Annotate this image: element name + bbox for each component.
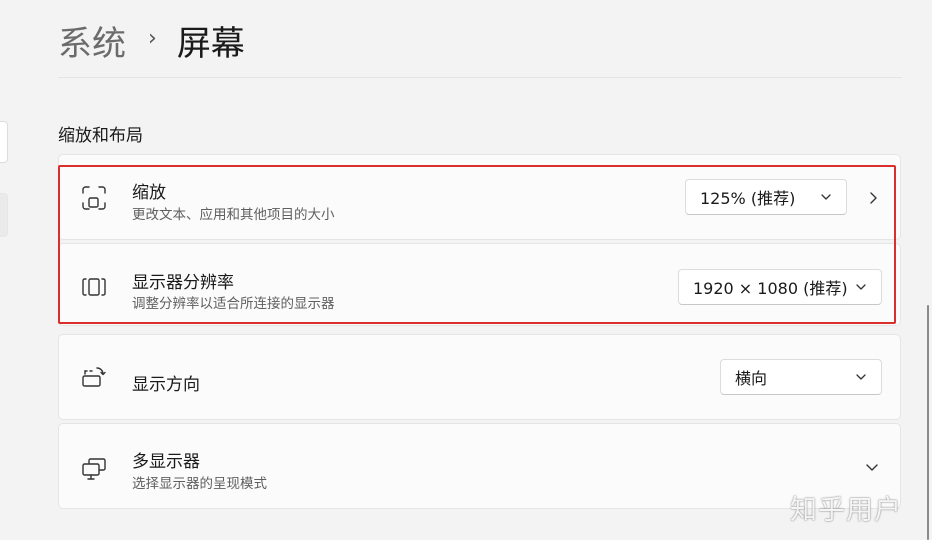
orientation-dropdown-value: 横向 bbox=[735, 369, 768, 388]
resolution-title: 显示器分辨率 bbox=[132, 273, 234, 293]
nav-selected-stub[interactable] bbox=[0, 193, 8, 237]
orientation-icon bbox=[81, 365, 107, 391]
header-divider bbox=[58, 77, 902, 78]
multi-display-description: 选择显示器的呈现模式 bbox=[132, 476, 267, 492]
scrollbar[interactable] bbox=[927, 305, 929, 540]
setting-scale-card[interactable]: 缩放 更改文本、应用和其他项目的大小 125% (推荐) bbox=[58, 154, 901, 240]
breadcrumb-system-link[interactable]: 系统 bbox=[58, 16, 126, 65]
scale-dropdown-value: 125% (推荐) bbox=[700, 189, 796, 208]
scale-title: 缩放 bbox=[132, 183, 166, 203]
resolution-dropdown-value: 1920 × 1080 (推荐) bbox=[693, 279, 848, 298]
section-title: 缩放和布局 bbox=[58, 126, 143, 146]
resolution-description: 调整分辨率以适合所连接的显示器 bbox=[132, 296, 335, 312]
setting-multi-display-card[interactable]: 多显示器 选择显示器的呈现模式 bbox=[58, 423, 901, 509]
setting-resolution-card[interactable]: 显示器分辨率 调整分辨率以适合所连接的显示器 1920 × 1080 (推荐) bbox=[58, 243, 901, 326]
nav-search-stub[interactable] bbox=[0, 121, 8, 163]
resolution-icon bbox=[81, 274, 107, 300]
scale-dropdown[interactable]: 125% (推荐) bbox=[685, 179, 847, 215]
chevron-right-icon[interactable] bbox=[866, 191, 880, 205]
chevron-down-icon bbox=[855, 281, 867, 293]
orientation-dropdown[interactable]: 横向 bbox=[720, 359, 882, 395]
resolution-dropdown[interactable]: 1920 × 1080 (推荐) bbox=[678, 269, 882, 305]
multi-display-icon bbox=[81, 456, 107, 482]
breadcrumb: 系统 › 屏幕 bbox=[58, 14, 245, 66]
scale-icon bbox=[81, 185, 107, 211]
chevron-down-icon[interactable] bbox=[865, 460, 879, 474]
page-title: 屏幕 bbox=[176, 23, 245, 64]
watermark: 知乎用户 bbox=[790, 495, 902, 526]
multi-display-title: 多显示器 bbox=[132, 452, 200, 472]
orientation-title: 显示方向 bbox=[132, 375, 200, 395]
setting-orientation-card[interactable]: 显示方向 横向 bbox=[58, 334, 901, 420]
chevron-down-icon bbox=[855, 371, 867, 383]
chevron-down-icon bbox=[820, 191, 832, 203]
scale-description: 更改文本、应用和其他项目的大小 bbox=[132, 207, 335, 223]
breadcrumb-chevron-icon: › bbox=[148, 25, 157, 51]
